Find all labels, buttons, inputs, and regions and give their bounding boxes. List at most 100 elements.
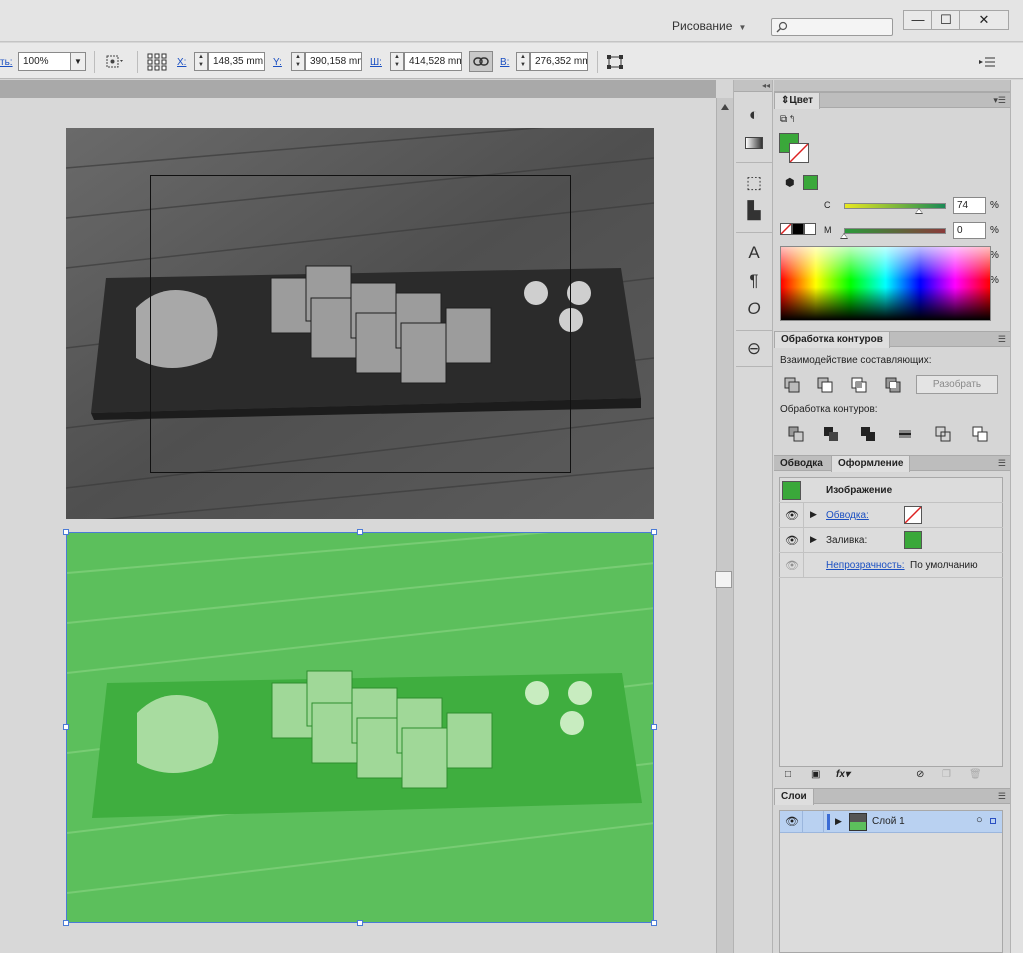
clear-appearance-icon[interactable]: ⊘ <box>916 769 924 780</box>
panel-scrollbar[interactable] <box>1010 80 1023 953</box>
merge-icon[interactable] <box>859 425 877 443</box>
opacity-link[interactable]: ть: <box>0 57 13 68</box>
minimize-button[interactable]: — <box>903 10 933 30</box>
tab-stroke[interactable]: Обводка <box>774 456 829 472</box>
align-icon[interactable]: ▙ <box>742 200 766 222</box>
divide-icon[interactable] <box>787 425 805 443</box>
expand-arrow-icon[interactable]: ▶ <box>810 509 817 520</box>
intersect-icon[interactable] <box>850 376 868 394</box>
panel-menu-icon[interactable]: ☰ <box>998 791 1006 802</box>
width-label[interactable]: Ш: <box>370 57 382 68</box>
x-field[interactable]: 148,35 mm <box>208 52 265 71</box>
target-icon[interactable]: ○ <box>976 814 983 826</box>
stroke-swatch[interactable] <box>789 143 809 163</box>
links-icon[interactable]: ⊖ <box>742 338 766 360</box>
add-effect-button[interactable]: fx▾ <box>836 769 850 780</box>
gradient-icon[interactable] <box>742 132 766 154</box>
y-label[interactable]: Y: <box>273 57 282 68</box>
scrollbar-thumb[interactable] <box>715 571 732 588</box>
tab-color[interactable]: ⇕Цвет <box>774 93 821 109</box>
opacity-link[interactable]: Непрозрачность: <box>826 560 905 571</box>
expand-arrow-icon[interactable]: ▶ <box>835 816 842 827</box>
search-input[interactable] <box>771 18 893 36</box>
exclude-icon[interactable] <box>884 376 902 394</box>
stroke-row[interactable]: 👁 ▶ Обводка: <box>779 503 1003 528</box>
black-swatch[interactable] <box>792 223 804 235</box>
visibility-toggle[interactable]: 👁 <box>779 528 804 552</box>
transform-align-icon[interactable] <box>104 52 126 72</box>
channel-value-field[interactable]: 74 <box>953 197 986 214</box>
width-stepper[interactable]: ▲ ▼ <box>390 52 404 71</box>
visibility-toggle[interactable]: 👁 <box>779 503 804 527</box>
minus-back-icon[interactable] <box>971 425 989 443</box>
swap-icon[interactable]: ⧉ ↰ <box>780 114 794 125</box>
tab-layers[interactable]: Слои <box>774 789 814 805</box>
opacity-field[interactable]: 100% ▼ <box>18 52 86 71</box>
scroll-up-icon[interactable] <box>721 104 729 110</box>
trim-icon[interactable] <box>822 425 840 443</box>
transform-icon[interactable] <box>604 52 626 72</box>
slider-track[interactable] <box>844 203 946 209</box>
restore-button[interactable]: ☐ <box>931 10 961 30</box>
expand-button[interactable]: Разобрать <box>916 375 998 394</box>
chevron-down-icon[interactable]: ▼ <box>70 53 85 70</box>
color-spectrum[interactable] <box>780 246 991 321</box>
transform-panel-icon[interactable]: ⬚ <box>742 172 766 194</box>
selection-indicator[interactable] <box>990 818 996 824</box>
opentype-icon[interactable]: O <box>742 298 766 320</box>
collapse-icon[interactable]: ◂◂ <box>734 80 772 92</box>
type-icon[interactable]: A <box>742 242 766 264</box>
lock-toggle[interactable] <box>802 811 824 833</box>
green-tinted-photo[interactable] <box>66 532 654 923</box>
height-field[interactable]: 276,352 mm <box>530 52 588 71</box>
selection-handle[interactable] <box>651 529 657 535</box>
selection-handle[interactable] <box>651 724 657 730</box>
constrain-proportions-button[interactable] <box>469 51 493 72</box>
y-stepper[interactable]: ▲ ▼ <box>291 52 305 71</box>
selection-handle[interactable] <box>357 529 363 535</box>
fill-row[interactable]: 👁 ▶ Заливка: <box>779 528 1003 553</box>
height-label[interactable]: В: <box>500 57 509 68</box>
slider-knob[interactable] <box>840 233 848 239</box>
layer-name[interactable]: Слой 1 <box>872 816 905 827</box>
workspace-switcher[interactable]: Рисование ▼ <box>672 19 746 33</box>
unite-icon[interactable] <box>783 376 801 394</box>
panel-menu-icon[interactable]: ☰ <box>998 334 1006 345</box>
x-label[interactable]: X: <box>177 57 186 68</box>
color-guide-icon[interactable]: ◐ <box>742 104 766 126</box>
add-stroke-icon[interactable]: □ <box>785 769 791 780</box>
minus-front-icon[interactable] <box>816 376 834 394</box>
tab-appearance[interactable]: Оформление <box>831 456 911 472</box>
vertical-scrollbar[interactable] <box>716 98 733 953</box>
height-stepper[interactable]: ▲ ▼ <box>516 52 530 71</box>
none-swatch[interactable] <box>780 223 792 235</box>
out-of-gamut-swatch[interactable] <box>803 175 818 190</box>
grayscale-photo[interactable] <box>66 128 654 519</box>
y-field[interactable]: 390,158 mm <box>305 52 362 71</box>
selection-handle[interactable] <box>63 724 69 730</box>
menu-icon[interactable] <box>976 52 998 72</box>
crop-icon[interactable] <box>896 425 914 443</box>
add-fill-icon[interactable]: ▣ <box>811 769 820 780</box>
x-stepper[interactable]: ▲ ▼ <box>194 52 208 71</box>
expand-arrow-icon[interactable]: ▶ <box>810 534 817 545</box>
selection-handle[interactable] <box>63 529 69 535</box>
slider-track[interactable] <box>844 228 946 234</box>
eye-icon[interactable]: 👁 <box>785 815 799 828</box>
close-button[interactable]: ✕ <box>959 10 1009 30</box>
selection-handle[interactable] <box>63 920 69 926</box>
width-field[interactable]: 414,528 mm <box>404 52 462 71</box>
duplicate-item-icon[interactable]: ❐ <box>942 769 951 780</box>
stroke-link[interactable]: Обводка: <box>826 510 869 521</box>
fill-green-swatch[interactable] <box>904 531 922 549</box>
reference-point-icon[interactable] <box>146 52 168 72</box>
tab-pathfinder[interactable]: Обработка контуров <box>774 332 890 348</box>
channel-value-field[interactable]: 0 <box>953 222 986 239</box>
slider-c[interactable]: C 74% <box>824 197 1014 214</box>
slider-knob[interactable] <box>915 208 924 214</box>
delete-item-icon[interactable]: 🗑 <box>969 769 982 780</box>
white-swatch[interactable] <box>804 223 816 235</box>
stroke-none-swatch[interactable] <box>904 506 922 524</box>
slider-m[interactable]: M 0% <box>824 222 1014 239</box>
layer-row[interactable]: 👁 ▶ Слой 1 ○ <box>780 811 1002 833</box>
